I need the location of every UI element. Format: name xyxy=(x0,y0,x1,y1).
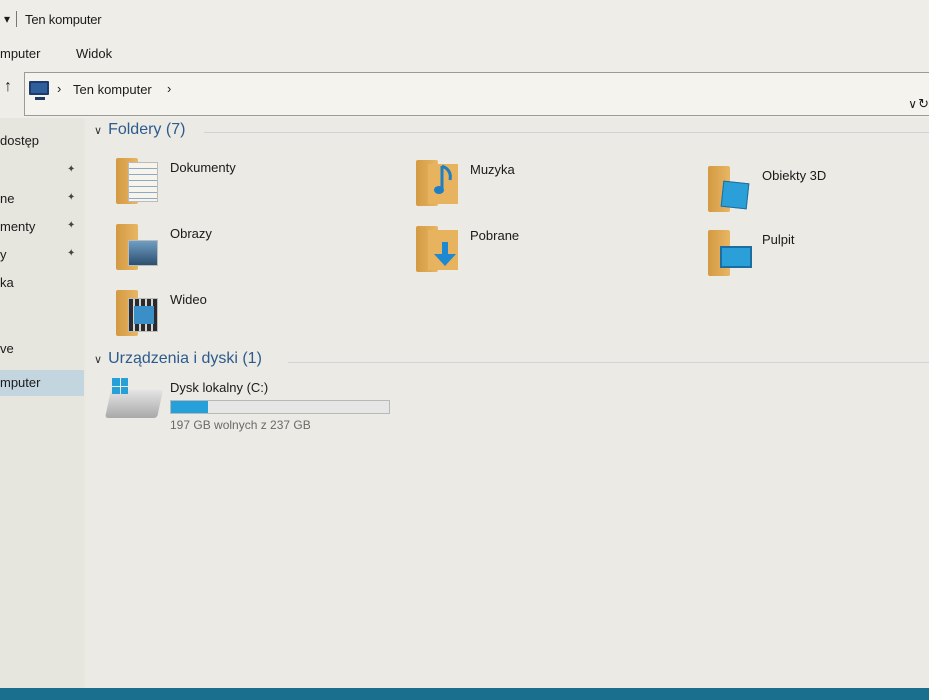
sidebar-item-label: ve xyxy=(0,341,14,356)
group-header-folders[interactable]: ∨ Foldery (7) xyxy=(94,121,185,139)
group-divider xyxy=(204,132,929,133)
chevron-right-icon[interactable]: › xyxy=(57,81,61,96)
computer-icon xyxy=(29,81,49,100)
folder-label: Muzyka xyxy=(470,162,515,177)
folder-item[interactable]: Obiekty 3D xyxy=(708,162,928,218)
pictures-folder-icon xyxy=(116,220,160,272)
sidebar-item-music[interactable]: ka xyxy=(0,270,84,296)
title-separator xyxy=(16,11,18,27)
folder-item[interactable]: Obrazy xyxy=(116,220,336,276)
folder-item[interactable]: Dokumenty xyxy=(116,154,336,210)
chevron-right-icon[interactable]: › xyxy=(167,81,171,96)
group-title: Urządzenia i dyski (1) xyxy=(108,350,262,367)
videos-folder-icon xyxy=(116,286,160,338)
sidebar-item[interactable] xyxy=(0,296,84,322)
group-title: Foldery (7) xyxy=(108,121,186,138)
drive-name: Dysk lokalny (C:) xyxy=(170,380,269,395)
folder-item[interactable]: Pulpit xyxy=(708,226,928,282)
folder-label: Obiekty 3D xyxy=(762,168,827,183)
folder-item[interactable]: Muzyka xyxy=(416,156,636,212)
pin-icon: ✦ xyxy=(67,248,76,259)
window-title: Ten komputer xyxy=(25,11,102,27)
drive-free-space: 197 GB wolnych z 237 GB xyxy=(170,418,311,432)
drive-usage-bar xyxy=(170,400,390,414)
folder-label: Pulpit xyxy=(762,232,795,247)
navigation-row: ↑ › Ten komputer › ∨ ↻ xyxy=(0,68,929,118)
sidebar-item-this-pc[interactable]: mputer xyxy=(0,370,84,396)
address-bar[interactable]: › Ten komputer › ∨ ↻ xyxy=(24,72,929,116)
sidebar-item-onedrive[interactable]: ve xyxy=(0,336,84,362)
quick-access-dropdown-icon[interactable]: ▾ xyxy=(4,12,10,26)
sidebar-item-downloads[interactable]: ne ✦ xyxy=(0,186,84,212)
sidebar-item-label: ne xyxy=(0,191,15,206)
sidebar-item-label: ka xyxy=(0,275,14,290)
pin-icon: ✦ xyxy=(67,192,76,203)
sidebar-item[interactable]: ✦ xyxy=(0,158,84,184)
chevron-down-icon[interactable]: ∨ xyxy=(908,97,917,111)
local-disk-icon xyxy=(105,390,163,418)
folder-label: Dokumenty xyxy=(170,160,236,175)
tab-computer[interactable]: mputer xyxy=(0,46,40,61)
tab-view[interactable]: Widok xyxy=(76,46,112,61)
drive-usage-fill xyxy=(171,401,209,413)
3d-objects-folder-icon xyxy=(708,162,752,214)
navigation-pane: dostęp ✦ ne ✦ menty ✦ y ✦ ka ve mputer xyxy=(0,118,84,688)
sidebar-item-label: dostęp xyxy=(0,133,40,148)
sidebar-item-quick-access[interactable]: dostęp xyxy=(0,128,84,154)
pin-icon: ✦ xyxy=(67,164,76,175)
folder-label: Pobrane xyxy=(470,228,520,243)
up-arrow-icon[interactable]: ↑ xyxy=(4,78,12,96)
folder-label: Obrazy xyxy=(170,226,212,241)
folder-item[interactable]: Pobrane xyxy=(416,222,636,278)
ribbon-tabs: mputer Widok xyxy=(0,38,929,68)
folder-item[interactable]: Wideo xyxy=(116,286,336,342)
sidebar-item-label: menty xyxy=(0,219,36,234)
chevron-down-icon[interactable]: ∨ xyxy=(94,353,102,366)
documents-folder-icon xyxy=(116,154,160,206)
breadcrumb-this-pc[interactable]: Ten komputer xyxy=(73,82,152,97)
content-pane: ∨ Foldery (7) Dokumenty Muzyka Obiekty 3… xyxy=(86,118,929,688)
title-bar: ▾ Ten komputer xyxy=(0,0,929,38)
group-header-devices[interactable]: ∨ Urządzenia i dyski (1) xyxy=(94,350,262,368)
windows-logo-icon xyxy=(112,378,128,394)
folder-label: Wideo xyxy=(170,292,207,307)
chevron-down-icon[interactable]: ∨ xyxy=(94,124,102,137)
sidebar-item-label: mputer xyxy=(0,375,41,390)
downloads-folder-icon xyxy=(416,222,460,274)
sidebar-item-documents[interactable]: menty ✦ xyxy=(0,214,84,240)
music-folder-icon xyxy=(416,156,460,208)
pin-icon: ✦ xyxy=(67,220,76,231)
sidebar-item-pictures[interactable]: y ✦ xyxy=(0,242,84,268)
sidebar-item-label: y xyxy=(0,247,7,262)
desktop-folder-icon xyxy=(708,226,752,278)
refresh-icon[interactable]: ↻ xyxy=(918,96,929,112)
group-divider xyxy=(288,362,929,363)
taskbar xyxy=(0,688,929,700)
drive-item[interactable]: Dysk lokalny (C:) 197 GB wolnych z 237 G… xyxy=(105,376,408,436)
